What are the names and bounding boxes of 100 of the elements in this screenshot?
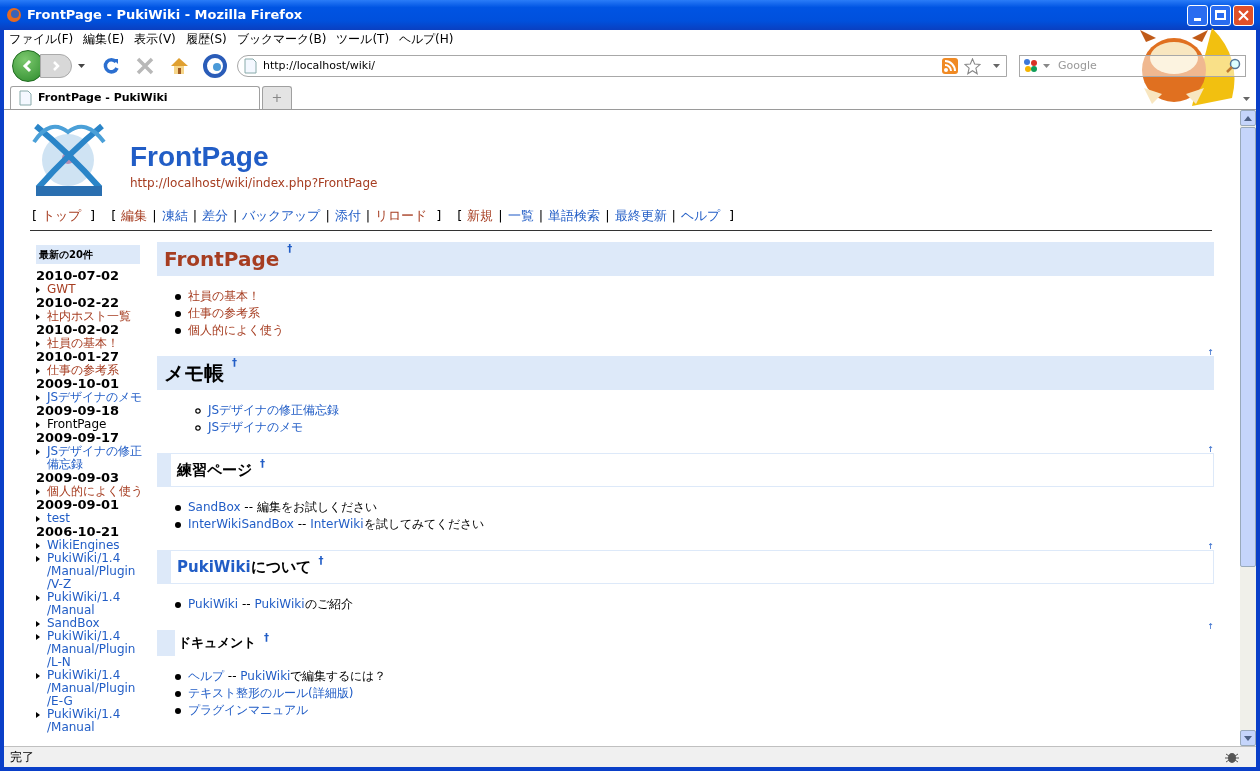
page-link[interactable]: 社員の基本！ (188, 289, 260, 303)
page-link[interactable]: ヘルプ (188, 669, 224, 683)
menu-item[interactable]: 表示(V) (134, 30, 176, 48)
recent-link[interactable]: SandBox (47, 617, 147, 630)
nav-link[interactable]: リロード (375, 206, 428, 226)
recent-link[interactable]: PukiWiki/1.4/Manual (47, 708, 147, 734)
nav-link[interactable]: 差分 (202, 206, 228, 226)
close-button[interactable] (1233, 4, 1254, 26)
item-text: -- (240, 597, 252, 611)
nav-link[interactable]: 凍結 (161, 206, 188, 226)
dropdown-caret-icon[interactable] (78, 64, 85, 68)
recent-link[interactable]: PukiWiki/1.4/Manual (47, 591, 147, 617)
section-heading: PukiWikiについて (177, 556, 311, 578)
menu-item[interactable]: ヘルプ(H) (399, 30, 454, 48)
anchor-link[interactable]: † (287, 244, 293, 254)
page-link[interactable]: PukiWiki (188, 597, 239, 611)
recent-link[interactable]: JSデザイナのメモ (47, 391, 147, 404)
search-engine-icon[interactable] (1023, 58, 1039, 74)
bullet-icon (36, 421, 40, 428)
item-text: のご紹介 (304, 597, 353, 611)
nav-link[interactable]: 新規 (467, 206, 494, 226)
menu-item[interactable]: ツール(T) (336, 30, 390, 48)
top-link[interactable]: ↑ (1207, 623, 1214, 630)
page-link[interactable]: InterWikiSandBox (188, 517, 294, 531)
page-link[interactable]: JSデザイナのメモ (208, 420, 304, 434)
bookmark-star-icon[interactable] (964, 57, 981, 75)
heading-marker (157, 630, 175, 656)
recent-link[interactable]: 社内ホスト一覧 (47, 310, 147, 323)
top-link[interactable]: ↑ (1207, 543, 1214, 550)
nav-link[interactable]: バックアップ (242, 206, 321, 226)
anchor-link[interactable]: † (318, 555, 324, 566)
page-link[interactable]: 仕事の参考系 (188, 306, 260, 320)
recent-link[interactable]: PukiWiki/1.4/Manual/Plugin/E-G (47, 669, 147, 708)
bullet-icon (36, 620, 40, 627)
recent-link[interactable]: PukiWiki/1.4/Manual/Plugin/V-Z (47, 552, 147, 591)
recent-link[interactable]: FrontPage (47, 418, 147, 431)
page-link[interactable]: PukiWiki (240, 669, 291, 683)
page-link[interactable]: PukiWiki (254, 597, 305, 611)
window-title: FrontPage - PukiWiki - Mozilla Firefox (27, 6, 303, 25)
page-link[interactable]: 個人的によく使う (188, 323, 284, 337)
bullet-icon (36, 542, 40, 549)
anchor-link[interactable]: † (232, 358, 237, 368)
search-box[interactable]: Google (1019, 55, 1246, 77)
dropdown-caret-icon[interactable] (993, 64, 1000, 68)
bracket-text: [ (32, 207, 38, 226)
page-link[interactable]: JSデザイナの修正備忘録 (208, 403, 340, 417)
bullet-icon (36, 555, 40, 562)
recent-link[interactable]: 仕事の参考系 (47, 364, 147, 377)
nav-link[interactable]: トップ (42, 206, 82, 226)
search-field[interactable]: Google (1058, 57, 1221, 75)
menu-item[interactable]: 履歴(S) (185, 30, 227, 48)
nav-link[interactable]: 一覧 (507, 206, 534, 226)
separator-text: | (498, 207, 503, 226)
nav-link[interactable]: ヘルプ (680, 206, 720, 226)
nav-link[interactable]: 編集 (121, 206, 148, 226)
separator-text: | (192, 207, 197, 226)
bullet-icon (36, 367, 40, 374)
recent-link[interactable]: 個人的によく使う (47, 485, 147, 498)
wiki-logo[interactable] (30, 122, 108, 198)
top-link[interactable]: ↑ (1207, 446, 1214, 453)
bracket-text: ] (90, 207, 96, 226)
nav-link[interactable]: 添付 (334, 206, 361, 226)
recent-link[interactable]: PukiWiki/1.4/Manual/Plugin/L-N (47, 630, 147, 669)
recent-link[interactable]: test (47, 512, 147, 525)
tab-list-caret-icon[interactable] (1243, 97, 1250, 101)
page-link[interactable]: テキスト整形のルール(詳細版) (188, 686, 354, 700)
page-url[interactable]: http://localhost/wiki/index.php?FrontPage (130, 174, 378, 192)
bullet-icon (36, 711, 40, 718)
scrollbar[interactable] (1240, 110, 1256, 746)
menu-item[interactable]: 編集(E) (83, 30, 125, 48)
nav-link[interactable]: 単語検索 (548, 206, 601, 226)
page-link[interactable]: SandBox (188, 500, 241, 514)
maximize-button[interactable] (1210, 4, 1231, 26)
minimize-button[interactable] (1187, 4, 1208, 26)
section-heading: 練習ページ (177, 459, 252, 481)
page-link[interactable]: プラグインマニュアル (188, 703, 308, 717)
reload-icon[interactable] (101, 56, 121, 76)
item-text: -- (226, 669, 238, 683)
recent-link[interactable]: 社員の基本！ (47, 337, 147, 350)
nav-link[interactable]: 最終更新 (614, 206, 667, 226)
section-heading: ドキュメント (178, 634, 256, 653)
menu-item[interactable]: ブックマーク(B) (236, 30, 327, 48)
sidebar-title: 最新の20件 (36, 245, 140, 264)
separator-text: | (233, 207, 238, 226)
anchor-link[interactable]: † (264, 633, 269, 644)
page-title[interactable]: FrontPage (130, 140, 378, 174)
bullet-icon (36, 515, 40, 522)
search-icon[interactable] (1225, 58, 1241, 74)
recent-link[interactable]: GWT (47, 283, 147, 296)
up-arrow-icon[interactable] (1244, 115, 1252, 121)
anchor-link[interactable]: † (260, 458, 265, 469)
home-icon[interactable] (169, 56, 189, 76)
down-arrow-icon[interactable] (1244, 735, 1252, 741)
recent-link[interactable]: JSデザイナの修正備忘録 (47, 445, 147, 471)
recent-link[interactable]: WikiEngines (47, 539, 147, 552)
menu-item[interactable]: ファイル(F) (9, 30, 74, 48)
date-heading: 2006-10-21 (36, 525, 121, 539)
page-link[interactable]: InterWiki (310, 517, 364, 531)
browser-tab[interactable]: FrontPage - PukiWiki (10, 86, 260, 109)
top-link[interactable]: ↑ (1207, 349, 1214, 356)
